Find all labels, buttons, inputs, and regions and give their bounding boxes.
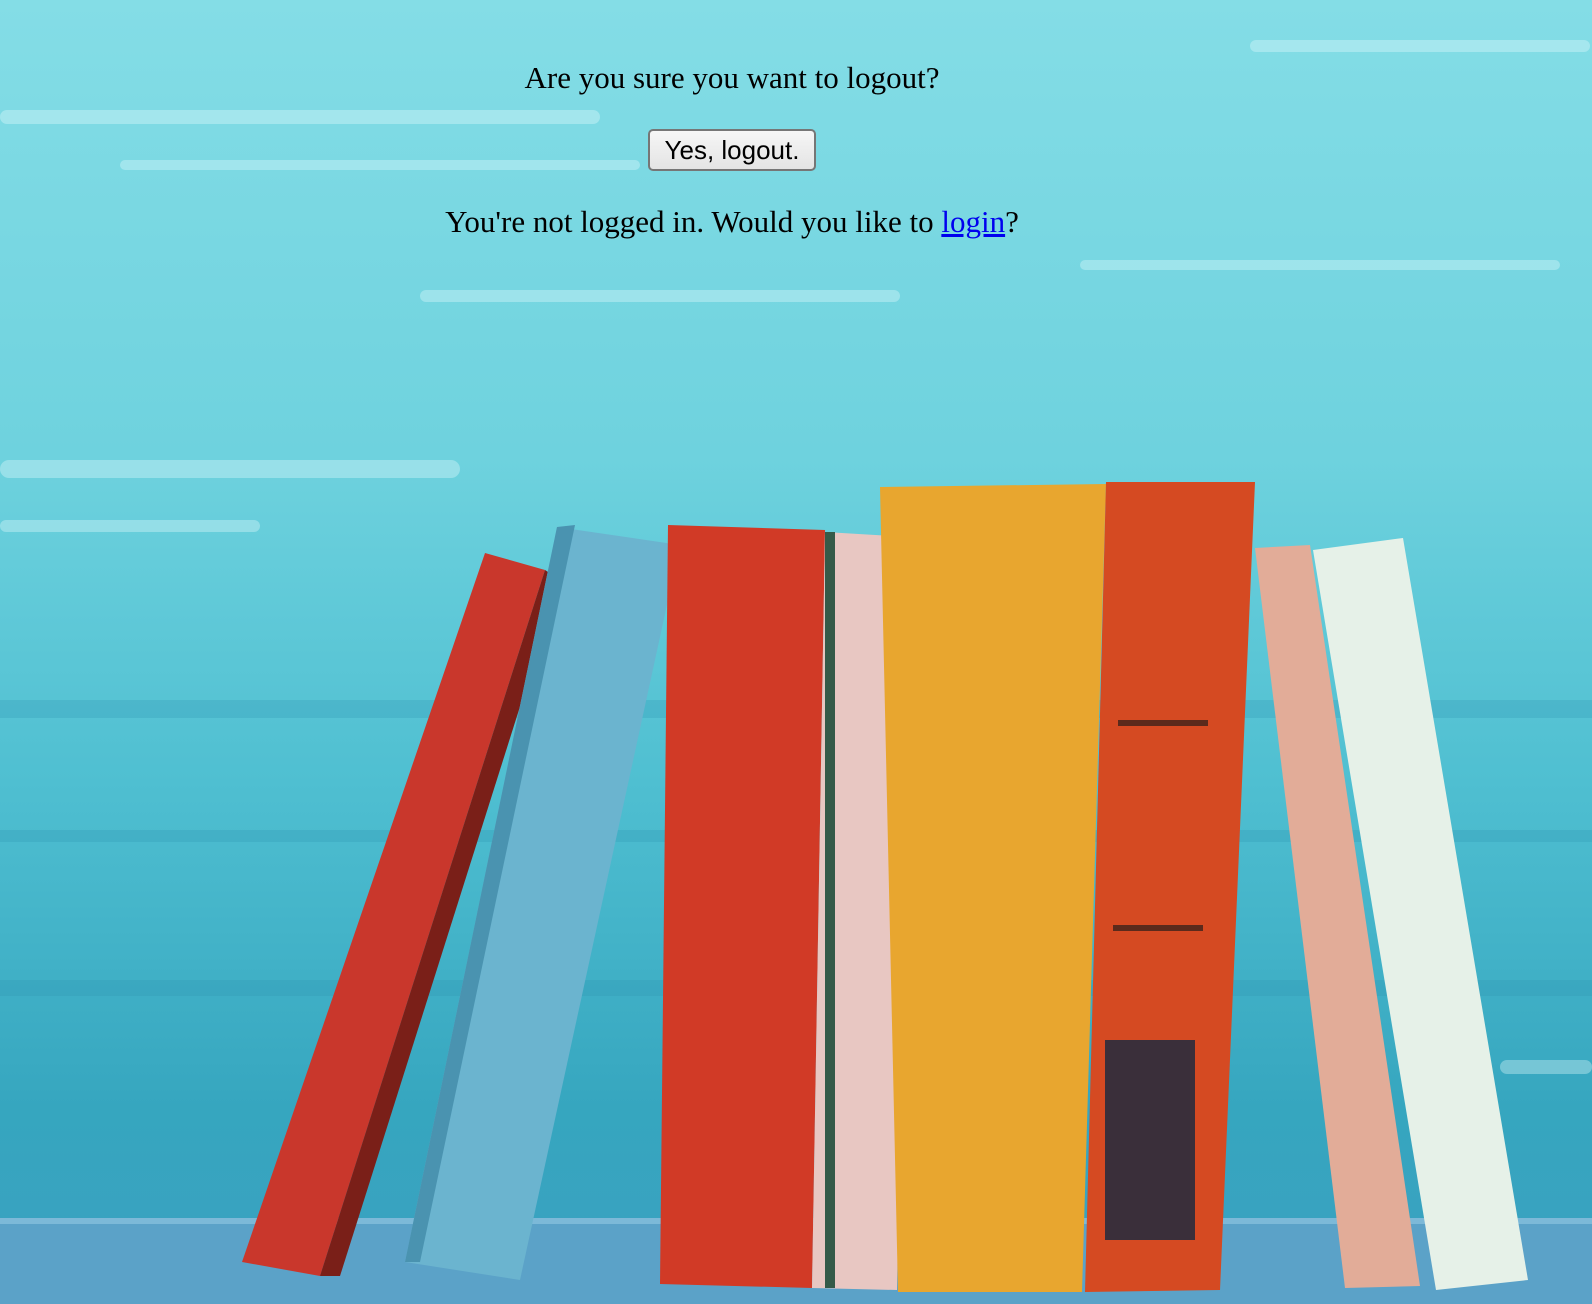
login-link[interactable]: login	[941, 204, 1005, 239]
login-status-prefix: You're not logged in. Would you like to	[445, 204, 942, 239]
confirm-logout-button[interactable]: Yes, logout.	[648, 129, 816, 171]
logout-question: Are you sure you want to logout?	[524, 60, 940, 95]
login-status-suffix: ?	[1005, 204, 1019, 239]
login-status-message: You're not logged in. Would you like to …	[0, 203, 1464, 241]
background-books-image	[0, 0, 1592, 1304]
